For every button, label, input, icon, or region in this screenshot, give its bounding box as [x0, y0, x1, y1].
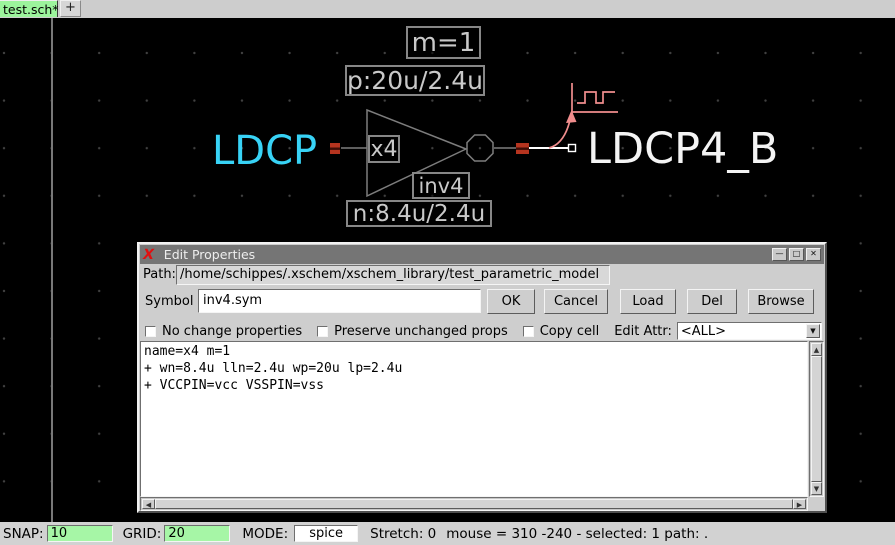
net-label-ldcp4-b[interactable]: LDCP4_B	[587, 124, 778, 174]
dialog-title-bar[interactable]: X Edit Properties — □ ✕	[140, 245, 824, 264]
cell-name-label[interactable]: inv4	[412, 172, 470, 199]
minimize-icon[interactable]: —	[772, 248, 787, 261]
status-bar: SNAP: 10 GRID: 20 MODE: spice Stretch: 0…	[0, 522, 895, 545]
horizontal-scroll-thumb[interactable]	[155, 499, 793, 509]
path-label: Path:	[143, 267, 176, 282]
vertical-scrollbar[interactable]: ▲ ▼	[809, 341, 824, 497]
grid-label: GRID:	[123, 526, 162, 542]
del-button[interactable]: Del	[687, 289, 737, 314]
symbol-input[interactable]: inv4.sym	[198, 289, 481, 313]
schematic-canvas[interactable]: m=1 p:20u/2.4u x4 inv4 n:8.4u/2.4u LDCP …	[0, 18, 895, 522]
scroll-right-icon[interactable]: ▶	[793, 499, 806, 509]
scroll-left-icon[interactable]: ◀	[142, 499, 155, 509]
xschem-logo-icon: X	[142, 249, 155, 261]
edit-attr-combobox[interactable]: <ALL> ▼	[677, 322, 822, 340]
ok-button[interactable]: OK	[487, 289, 535, 314]
scroll-up-icon[interactable]: ▲	[811, 343, 822, 356]
net-label-ldcp[interactable]: LDCP	[212, 128, 317, 174]
mode-input[interactable]: spice	[294, 525, 358, 542]
output-bubble[interactable]	[467, 135, 493, 161]
vertical-scroll-thumb[interactable]	[811, 356, 822, 482]
properties-textarea[interactable]: name=x4 m=1 + wn=8.4u lln=2.4u wp=20u lp…	[140, 341, 808, 497]
options-row: No change properties Preserve unchanged …	[145, 322, 822, 340]
attr-label-nmos[interactable]: n:8.4u/2.4u	[346, 200, 492, 227]
scroll-down-icon[interactable]: ▼	[811, 482, 822, 495]
tab-test-sch[interactable]: test.sch*	[0, 0, 58, 17]
edit-attr-value: <ALL>	[681, 324, 726, 339]
snap-input[interactable]: 10	[47, 525, 113, 542]
snap-label: SNAP:	[3, 526, 44, 542]
output-pin-band	[516, 148, 529, 150]
stretch-status: Stretch: 0	[370, 526, 436, 542]
attr-label-pmos[interactable]: p:20u/2.4u	[345, 65, 485, 96]
input-pin-band	[330, 148, 340, 150]
edit-properties-dialog: X Edit Properties — □ ✕ Path: /home/schi…	[137, 242, 827, 513]
copy-cell-label: Copy cell	[540, 324, 599, 339]
symbol-label: Symbol	[145, 294, 193, 309]
window-buttons: — □ ✕	[770, 248, 821, 261]
mode-label: MODE:	[242, 526, 288, 542]
preserve-unchanged-props-checkbox[interactable]	[317, 326, 328, 337]
no-change-properties-checkbox[interactable]	[145, 326, 156, 337]
no-change-properties-label: No change properties	[162, 324, 302, 339]
load-button[interactable]: Load	[620, 289, 676, 314]
maximize-icon[interactable]: □	[789, 248, 804, 261]
dialog-title: Edit Properties	[164, 247, 255, 262]
preserve-unchanged-props-label: Preserve unchanged props	[334, 324, 508, 339]
new-tab-button[interactable]: +	[60, 0, 81, 17]
grid-input[interactable]: 20	[164, 525, 230, 542]
label-pin-terminal[interactable]	[569, 145, 576, 152]
mouse-status: mouse = 310 -240 - selected: 1 path: .	[446, 526, 708, 542]
close-icon[interactable]: ✕	[806, 248, 821, 261]
horizontal-scrollbar[interactable]: ◀ ▶	[140, 497, 808, 511]
path-value: /home/schippes/.xschem/xschem_library/te…	[176, 265, 610, 285]
copy-cell-checkbox[interactable]	[523, 326, 534, 337]
instance-name-label[interactable]: x4	[368, 135, 400, 163]
cancel-button[interactable]: Cancel	[544, 289, 608, 314]
edit-attr-label: Edit Attr:	[614, 324, 672, 339]
attr-label-m[interactable]: m=1	[406, 26, 481, 59]
chevron-down-icon[interactable]: ▼	[806, 324, 820, 338]
tab-bar: test.sch* +	[0, 0, 895, 18]
browse-button[interactable]: Browse	[748, 289, 814, 314]
